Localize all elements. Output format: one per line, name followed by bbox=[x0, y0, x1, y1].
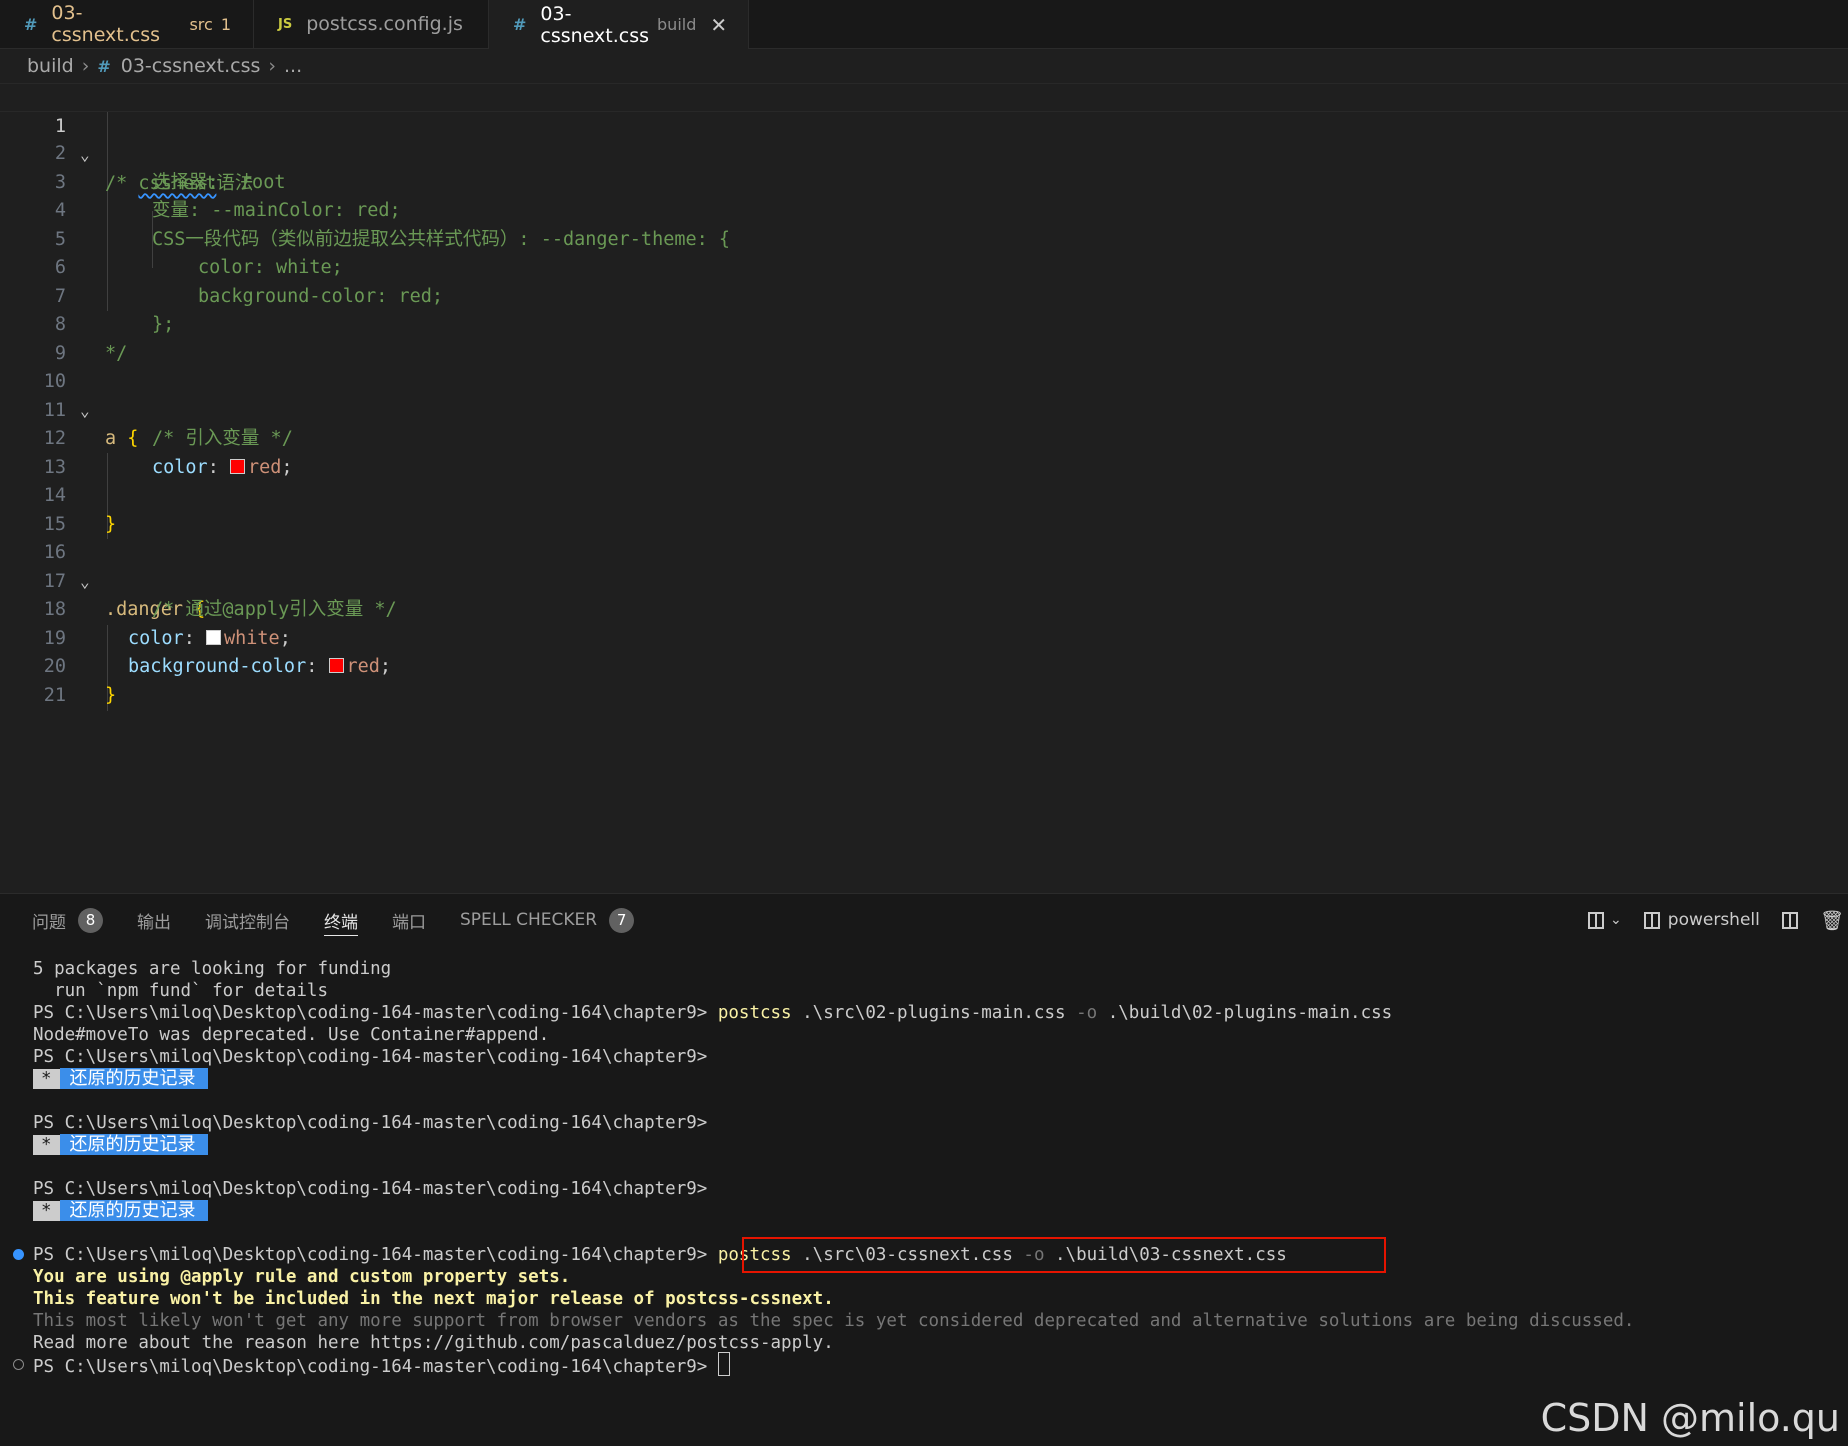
command-args: .\build\02-plugins-main.css bbox=[1097, 1003, 1393, 1023]
code-line: 15 bbox=[0, 482, 1848, 535]
tab-ports[interactable]: 端口 bbox=[392, 894, 426, 946]
breadcrumb: build › # 03-cssnext.css › ... bbox=[0, 49, 1848, 83]
spell-checker-count-badge: 7 bbox=[609, 907, 635, 933]
code-line: 1 ⌄ /* cssnext语法 bbox=[0, 83, 1848, 194]
breadcrumb-file[interactable]: 03-cssnext.css bbox=[121, 55, 261, 77]
code-editor[interactable]: 1 ⌄ /* cssnext语法 2 选择器: root 3 变量: --mai… bbox=[0, 83, 1848, 893]
history-restored-marker: * 还原的历史记录 bbox=[33, 1132, 208, 1158]
command-flag: -o bbox=[1076, 1003, 1098, 1023]
terminal-icon bbox=[1643, 911, 1660, 929]
breadcrumb-folder[interactable]: build bbox=[27, 55, 74, 77]
restore-star: * bbox=[33, 1135, 60, 1155]
tab-label: 调试控制台 bbox=[205, 912, 290, 933]
restore-star: * bbox=[33, 1201, 60, 1221]
tab-output[interactable]: 输出 bbox=[137, 894, 171, 946]
tab-build-cssnext[interactable]: # 03-cssnext.css build ✕ bbox=[489, 0, 749, 49]
problems-count-badge: 8 bbox=[78, 907, 103, 933]
line-number: 21 bbox=[43, 684, 66, 706]
code-line: 4 CSS一段代码（类似前边提取公共样式代码）: --danger-theme:… bbox=[0, 169, 1848, 250]
command-pending-dot[interactable] bbox=[13, 1359, 24, 1370]
tab-label: 终端 bbox=[324, 912, 358, 933]
code-line: 5 color: white; bbox=[0, 197, 1848, 279]
terminal-output[interactable]: 5 packages are looking for funding run `… bbox=[0, 946, 1848, 1446]
trash-icon[interactable]: 🗑 bbox=[1820, 909, 1844, 932]
terminal-line: PS C:\Users\miloq\Desktop\coding-164-mas… bbox=[33, 1352, 730, 1378]
code-line: 2 选择器: root bbox=[0, 112, 1848, 193]
restore-star: * bbox=[33, 1069, 60, 1089]
tab-problem-count: 1 bbox=[220, 14, 231, 34]
code-line: 7 }; bbox=[0, 254, 1848, 336]
red-highlight-box bbox=[742, 1237, 1386, 1273]
code-line: 10 ⌄ a { bbox=[0, 340, 1848, 449]
code-line: 17 /* 通过@apply引入变量 */ bbox=[0, 539, 1848, 621]
css-file-icon: # bbox=[24, 14, 38, 34]
code-line: 8 */ bbox=[0, 283, 1848, 364]
code-line: 9 bbox=[0, 311, 1848, 364]
editor-tab-bar: # 03-cssnext.css src 1 JS postcss.config… bbox=[0, 0, 1848, 49]
terminal-cursor bbox=[717, 1352, 730, 1376]
css-file-icon: # bbox=[97, 56, 111, 76]
tab-problems[interactable]: 问题 8 bbox=[32, 894, 103, 946]
chevron-right-icon: › bbox=[81, 55, 90, 77]
terminal-prompt: PS C:\Users\miloq\Desktop\coding-164-mas… bbox=[33, 1003, 708, 1023]
js-file-icon: JS bbox=[278, 16, 293, 32]
history-restored-marker: * 还原的历史记录 bbox=[33, 1066, 208, 1092]
code-line: 12 color: red; bbox=[0, 397, 1848, 478]
close-icon[interactable]: ✕ bbox=[710, 13, 727, 37]
tab-label: 03-cssnext.css bbox=[51, 2, 161, 46]
tab-spell-checker[interactable]: SPELL CHECKER 7 bbox=[460, 894, 635, 946]
breadcrumb-symbol[interactable]: ... bbox=[284, 55, 302, 77]
restore-label: 还原的历史记录 bbox=[59, 1068, 208, 1089]
tab-label: 03-cssnext.css bbox=[540, 2, 650, 47]
split-terminal-icon[interactable] bbox=[1781, 911, 1798, 929]
code-line: 20 } bbox=[0, 625, 1848, 706]
code-line: 21 bbox=[0, 653, 1848, 706]
tab-terminal[interactable]: 终端 bbox=[324, 894, 358, 946]
split-layout-icon[interactable] bbox=[1588, 911, 1605, 929]
code-line: 18 color: white; bbox=[0, 568, 1848, 649]
tab-postcss-config[interactable]: JS postcss.config.js bbox=[254, 0, 489, 48]
terminal-prompt: PS C:\Users\miloq\Desktop\coding-164-mas… bbox=[33, 1357, 708, 1377]
chevron-right-icon: › bbox=[268, 55, 277, 77]
command-name: postcss bbox=[717, 1003, 792, 1023]
tab-description: src bbox=[189, 14, 213, 34]
restore-label: 还原的历史记录 bbox=[59, 1134, 208, 1155]
code-line: 6 background-color: red; bbox=[0, 226, 1848, 307]
code-line: 14 } bbox=[0, 454, 1848, 535]
tab-label: postcss.config.js bbox=[306, 13, 463, 35]
tab-label: SPELL CHECKER bbox=[460, 910, 598, 930]
tab-label: 端口 bbox=[392, 912, 426, 933]
vscode-window: # 03-cssnext.css src 1 JS postcss.config… bbox=[0, 0, 1848, 1446]
css-file-icon: # bbox=[513, 15, 527, 34]
tab-label: 输出 bbox=[137, 912, 171, 933]
bottom-panel: 问题 8 输出 调试控制台 终端 端口 SPELL CHECKER 7 ⌄ po… bbox=[0, 893, 1848, 1446]
code-line: 3 变量: --mainColor: red; bbox=[0, 140, 1848, 222]
panel-actions: ⌄ powershell 🗑 bbox=[1566, 894, 1848, 946]
watermark: CSDN @milo.qu bbox=[1540, 1396, 1840, 1440]
command-args: .\src\02-plugins-main.css bbox=[791, 1003, 1077, 1023]
tab-debug-console[interactable]: 调试控制台 bbox=[205, 894, 290, 946]
tab-src-cssnext[interactable]: # 03-cssnext.css src 1 bbox=[0, 0, 254, 48]
command-success-dot[interactable] bbox=[13, 1249, 24, 1260]
chevron-down-icon[interactable]: ⌄ bbox=[1610, 912, 1622, 928]
code-line: 11 /* 引入变量 */ bbox=[0, 368, 1848, 450]
brace: } bbox=[105, 684, 117, 706]
code-line: 13 bbox=[0, 425, 1848, 478]
history-restored-marker: * 还原的历史记录 bbox=[33, 1198, 208, 1224]
tab-description: build bbox=[657, 15, 697, 34]
code-line: 16 ⌄ .danger { bbox=[0, 511, 1848, 620]
restore-label: 还原的历史记录 bbox=[59, 1200, 208, 1221]
terminal-prompt: PS C:\Users\miloq\Desktop\coding-164-mas… bbox=[33, 1245, 708, 1265]
shell-name[interactable]: powershell bbox=[1668, 910, 1760, 930]
code-line: 19 background-color: red; bbox=[0, 596, 1848, 678]
tab-label: 问题 bbox=[32, 912, 66, 933]
